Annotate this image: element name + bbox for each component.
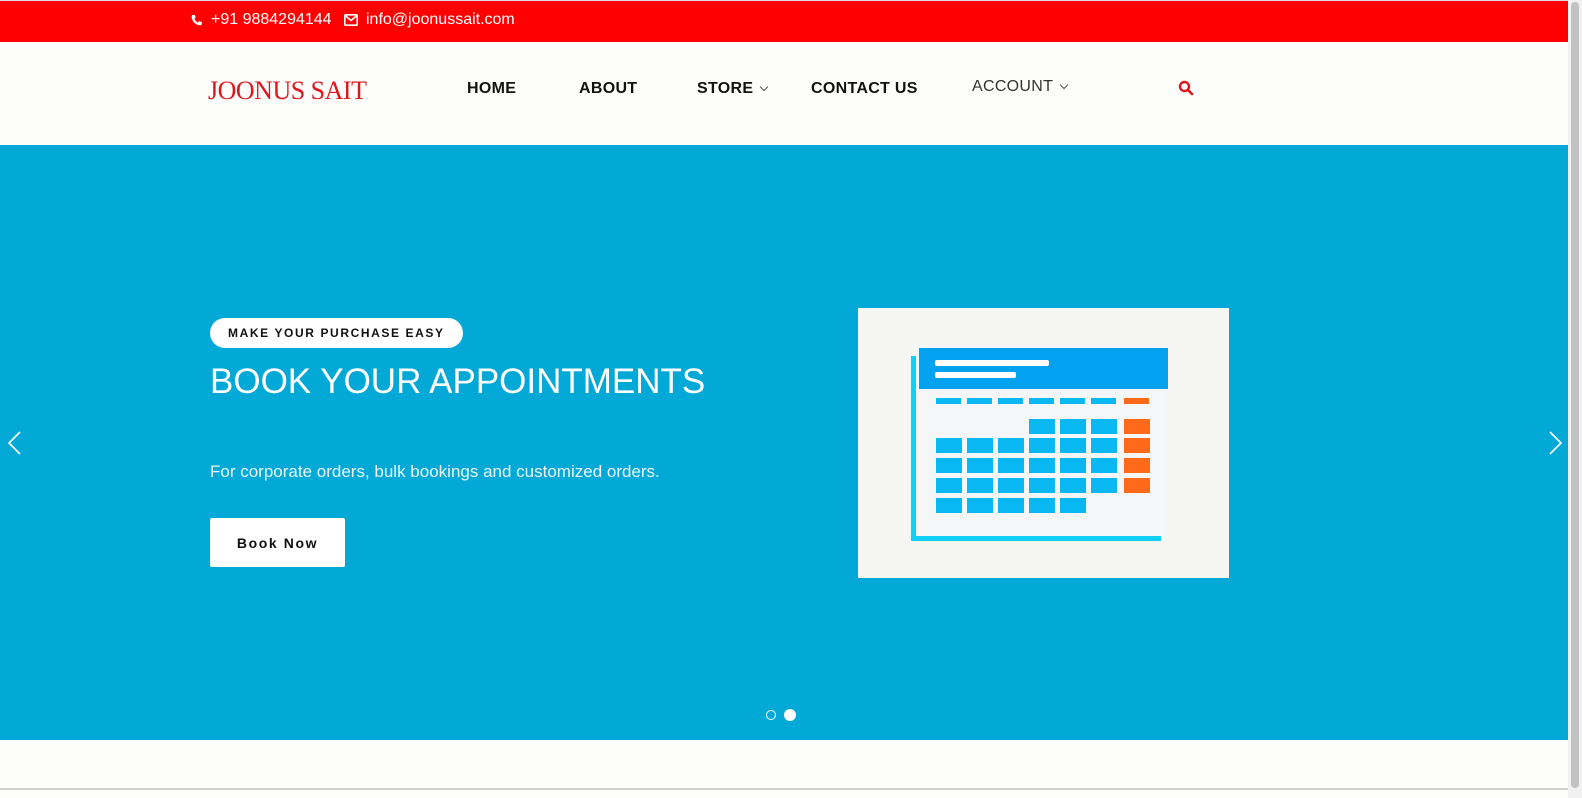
- envelope-icon: [344, 14, 358, 26]
- top-contact-bar: +91 9884294144 info@joonussait.com: [0, 0, 1568, 42]
- phone-contact[interactable]: +91 9884294144: [190, 11, 332, 29]
- chevron-right-icon: [1548, 431, 1564, 460]
- nav-home-label: HOME: [467, 80, 517, 97]
- phone-icon: [190, 14, 203, 27]
- slider-dot-1[interactable]: [766, 710, 776, 720]
- hero-badge: MAKE YOUR PURCHASE EASY: [210, 318, 463, 348]
- chevron-down-icon: [760, 82, 769, 92]
- hero-slider: MAKE YOUR PURCHASE EASY BOOK YOUR APPOIN…: [0, 145, 1568, 740]
- nav-account[interactable]: ACCOUNT: [972, 78, 1069, 96]
- search-button[interactable]: [1178, 80, 1194, 101]
- nav-account-label: ACCOUNT: [972, 78, 1054, 95]
- slider-dot-2[interactable]: [784, 709, 796, 721]
- nav-store[interactable]: STORE: [697, 80, 769, 98]
- chevron-down-icon: [1059, 80, 1069, 90]
- email-address: info@joonussait.com: [366, 11, 515, 28]
- nav-contact-us[interactable]: CONTACT US: [811, 80, 918, 98]
- nav-store-label: STORE: [697, 80, 754, 97]
- main-navbar: JOONUS SAIT HOME ABOUT STORE CONTACT US …: [0, 42, 1568, 145]
- phone-number: +91 9884294144: [211, 11, 332, 28]
- hero-subtext: For corporate orders, bulk bookings and …: [210, 462, 660, 481]
- calendar-illustration: [858, 308, 1229, 578]
- page-bottom-divider: [0, 788, 1568, 790]
- search-icon: [1178, 80, 1194, 100]
- hero-headline: BOOK YOUR APPOINTMENTS: [210, 362, 706, 401]
- nav-home[interactable]: HOME: [467, 80, 516, 98]
- nav-contact-label: CONTACT US: [811, 80, 918, 97]
- slider-next-arrow[interactable]: [1548, 430, 1564, 461]
- site-logo[interactable]: JOONUS SAIT: [208, 76, 367, 106]
- slider-pagination: [766, 709, 796, 721]
- scrollbar-thumb[interactable]: [1571, 2, 1579, 788]
- nav-about[interactable]: ABOUT: [579, 80, 637, 98]
- slider-prev-arrow[interactable]: [6, 430, 22, 461]
- email-contact[interactable]: info@joonussait.com: [344, 11, 515, 29]
- chevron-left-icon: [6, 431, 22, 460]
- book-now-button[interactable]: Book Now: [210, 518, 345, 567]
- nav-about-label: ABOUT: [579, 80, 638, 97]
